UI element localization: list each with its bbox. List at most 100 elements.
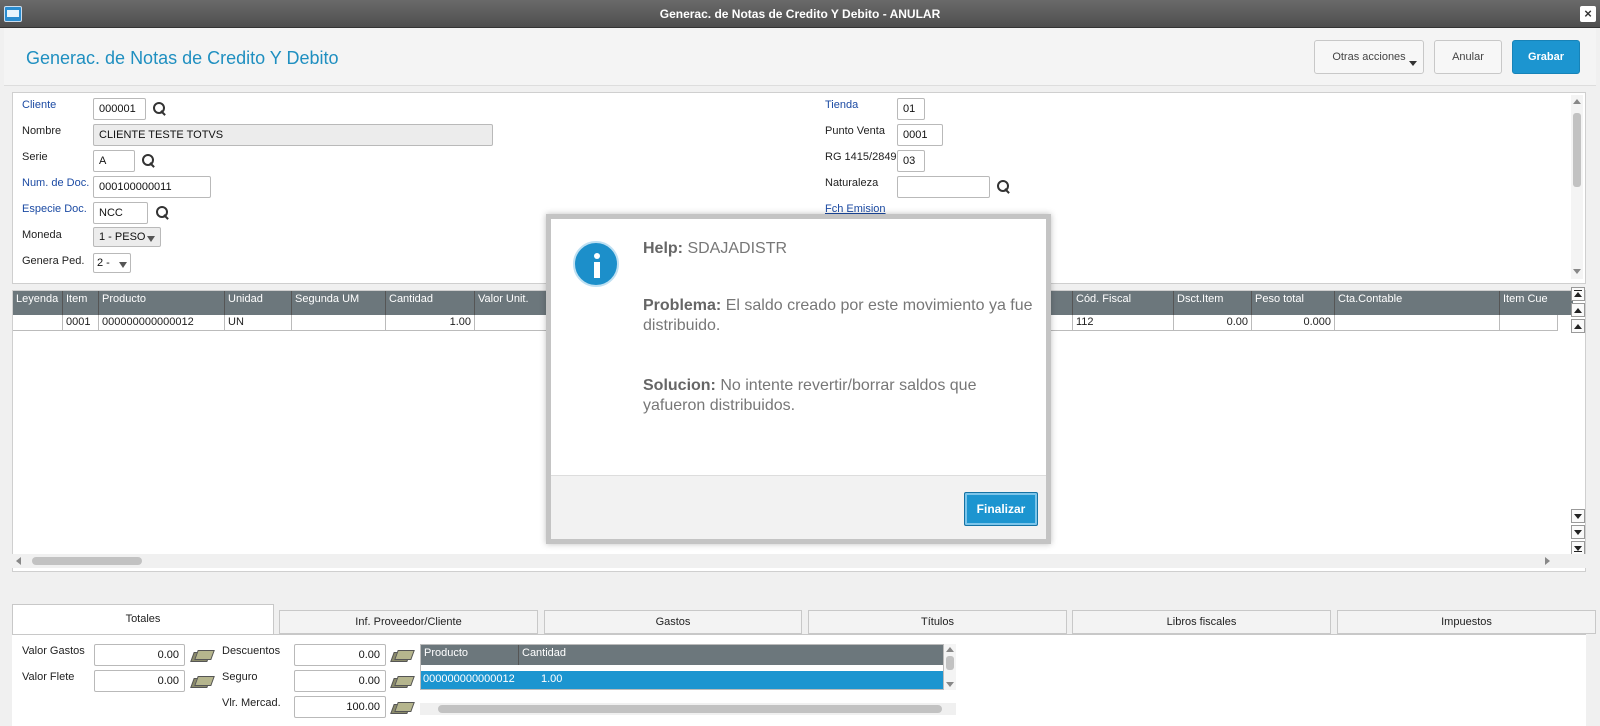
table-row[interactable]: 000000000000012 1.00	[421, 671, 943, 689]
grid-down-icon[interactable]	[1571, 509, 1585, 523]
col-segunda-um[interactable]: Segunda UM	[292, 291, 386, 315]
scrollbar-thumb[interactable]	[1573, 113, 1581, 187]
info-icon	[573, 241, 619, 287]
nombre-field[interactable]: CLIENTE TESTE TOTVS	[93, 124, 493, 146]
chevron-down-icon	[1409, 61, 1417, 66]
finalizar-button[interactable]: Finalizar	[964, 492, 1038, 526]
genera-ped-select[interactable]: 2 -	[93, 253, 131, 273]
help-line: Help: SDAJADISTR	[643, 239, 1035, 259]
money-icon[interactable]	[192, 676, 212, 687]
form-scrollbar[interactable]	[1571, 95, 1583, 279]
num-doc-field[interactable]: 000100000011	[93, 176, 211, 198]
money-icon[interactable]	[392, 676, 412, 687]
search-icon[interactable]	[997, 180, 1011, 194]
valor-flete-field[interactable]: 0.00	[94, 670, 185, 692]
especie-doc-field[interactable]: NCC	[93, 202, 148, 224]
dialog-footer: Finalizar	[551, 475, 1046, 539]
genera-ped-value: 2 -	[97, 257, 110, 269]
money-icon[interactable]	[192, 650, 212, 661]
col-item[interactable]: Item	[63, 291, 99, 315]
descuentos-label: Descuentos	[222, 645, 281, 657]
grid-up-icon[interactable]	[1571, 319, 1585, 333]
col-leyenda[interactable]: Leyenda	[13, 291, 63, 315]
serie-label: Serie	[22, 151, 48, 163]
chevron-down-icon	[147, 236, 155, 242]
cell-producto: 000000000000012	[99, 315, 225, 331]
vlr-mercad-field[interactable]: 100.00	[294, 696, 386, 718]
cell-leyenda	[13, 315, 63, 331]
rg-field[interactable]: 03	[897, 150, 925, 172]
col-cantidad[interactable]: Cantidad	[519, 645, 943, 665]
tab-impuestos[interactable]: Impuestos	[1337, 610, 1596, 634]
mini-grid-scrollbar[interactable]	[944, 644, 956, 690]
col-producto[interactable]: Producto	[99, 291, 225, 315]
tienda-label: Tienda	[825, 99, 859, 111]
scrollbar-thumb[interactable]	[32, 557, 142, 565]
scroll-up-icon[interactable]	[946, 647, 954, 652]
scroll-down-icon[interactable]	[1573, 269, 1581, 274]
cell-item-cue	[1500, 315, 1558, 331]
tab-inf-proveedor-cliente[interactable]: Inf. Proveedor/Cliente	[279, 610, 538, 634]
window-title: Generac. de Notas de Credito Y Debito - …	[659, 7, 941, 21]
moneda-select[interactable]: 1 - PESO	[93, 227, 161, 247]
tab-titulos[interactable]: Títulos	[808, 610, 1067, 634]
cell-producto: 000000000000012	[423, 673, 515, 685]
descuentos-field[interactable]: 0.00	[294, 644, 386, 666]
tab-libros-fiscales[interactable]: Libros fiscales	[1072, 610, 1331, 634]
col-producto[interactable]: Producto	[421, 645, 519, 665]
col-unidad[interactable]: Unidad	[225, 291, 292, 315]
anular-button[interactable]: Anular	[1434, 40, 1502, 74]
cell-item: 0001	[63, 315, 99, 331]
search-icon[interactable]	[156, 206, 170, 220]
money-icon[interactable]	[392, 650, 412, 661]
valor-gastos-label: Valor Gastos	[22, 645, 85, 657]
tab-gastos[interactable]: Gastos	[544, 610, 802, 634]
especie-doc-label: Especie Doc.	[22, 203, 87, 215]
chevron-down-icon	[119, 262, 127, 268]
col-peso-total[interactable]: Peso total	[1252, 291, 1335, 315]
tienda-field[interactable]: 01	[897, 98, 925, 120]
cell-segunda-um	[292, 315, 386, 331]
rg-label: RG 1415/2849	[825, 151, 897, 163]
col-cantidad[interactable]: Cantidad	[386, 291, 475, 315]
col-cta-contable[interactable]: Cta.Contable	[1335, 291, 1500, 315]
mini-grid-hscroll[interactable]	[420, 703, 956, 715]
cliente-field[interactable]: 000001	[93, 98, 146, 120]
cell-peso-total: 0.000	[1252, 315, 1335, 331]
valor-gastos-field[interactable]: 0.00	[94, 644, 185, 666]
col-item-cue[interactable]: Item Cue	[1500, 291, 1558, 315]
otras-acciones-button[interactable]: Otras acciones	[1314, 40, 1424, 74]
col-dsct-item[interactable]: Dsct.Item	[1174, 291, 1252, 315]
col-cod-fiscal[interactable]: Cód. Fiscal	[1073, 291, 1174, 315]
grid-last-icon[interactable]	[1571, 541, 1585, 555]
grid-horizontal-scrollbar[interactable]	[12, 554, 1586, 568]
scroll-right-icon[interactable]	[1545, 557, 1550, 565]
scrollbar-thumb[interactable]	[946, 656, 954, 670]
grabar-button[interactable]: Grabar	[1512, 40, 1580, 74]
cell-unidad: UN	[225, 315, 292, 331]
punto-venta-field[interactable]: 0001	[897, 124, 943, 146]
grid-pagedown-icon[interactable]	[1571, 525, 1585, 539]
close-icon[interactable]: ×	[1580, 6, 1596, 22]
genera-ped-label: Genera Ped.	[22, 255, 85, 267]
serie-field[interactable]: A	[93, 150, 135, 172]
scroll-left-icon[interactable]	[16, 557, 21, 565]
grid-pageup-icon[interactable]	[1571, 303, 1585, 317]
scroll-up-icon[interactable]	[1573, 99, 1581, 104]
cell-cantidad: 1.00	[541, 673, 563, 685]
seguro-field[interactable]: 0.00	[294, 670, 386, 692]
tab-totales[interactable]: Totales	[12, 604, 274, 636]
money-icon[interactable]	[392, 702, 412, 713]
scroll-down-icon[interactable]	[946, 682, 954, 687]
page-title: Generac. de Notas de Credito Y Debito	[26, 48, 339, 68]
search-icon[interactable]	[153, 102, 167, 116]
scrollbar-thumb[interactable]	[438, 705, 942, 713]
search-icon[interactable]	[142, 154, 156, 168]
cell-cta-contable	[1335, 315, 1500, 331]
moneda-value: 1 - PESO	[99, 231, 146, 243]
grid-first-icon[interactable]	[1571, 287, 1585, 301]
naturaleza-field[interactable]	[897, 176, 990, 198]
window-titlebar: Generac. de Notas de Credito Y Debito - …	[0, 0, 1600, 28]
nombre-label: Nombre	[22, 125, 62, 137]
naturaleza-label: Naturaleza	[825, 177, 879, 189]
